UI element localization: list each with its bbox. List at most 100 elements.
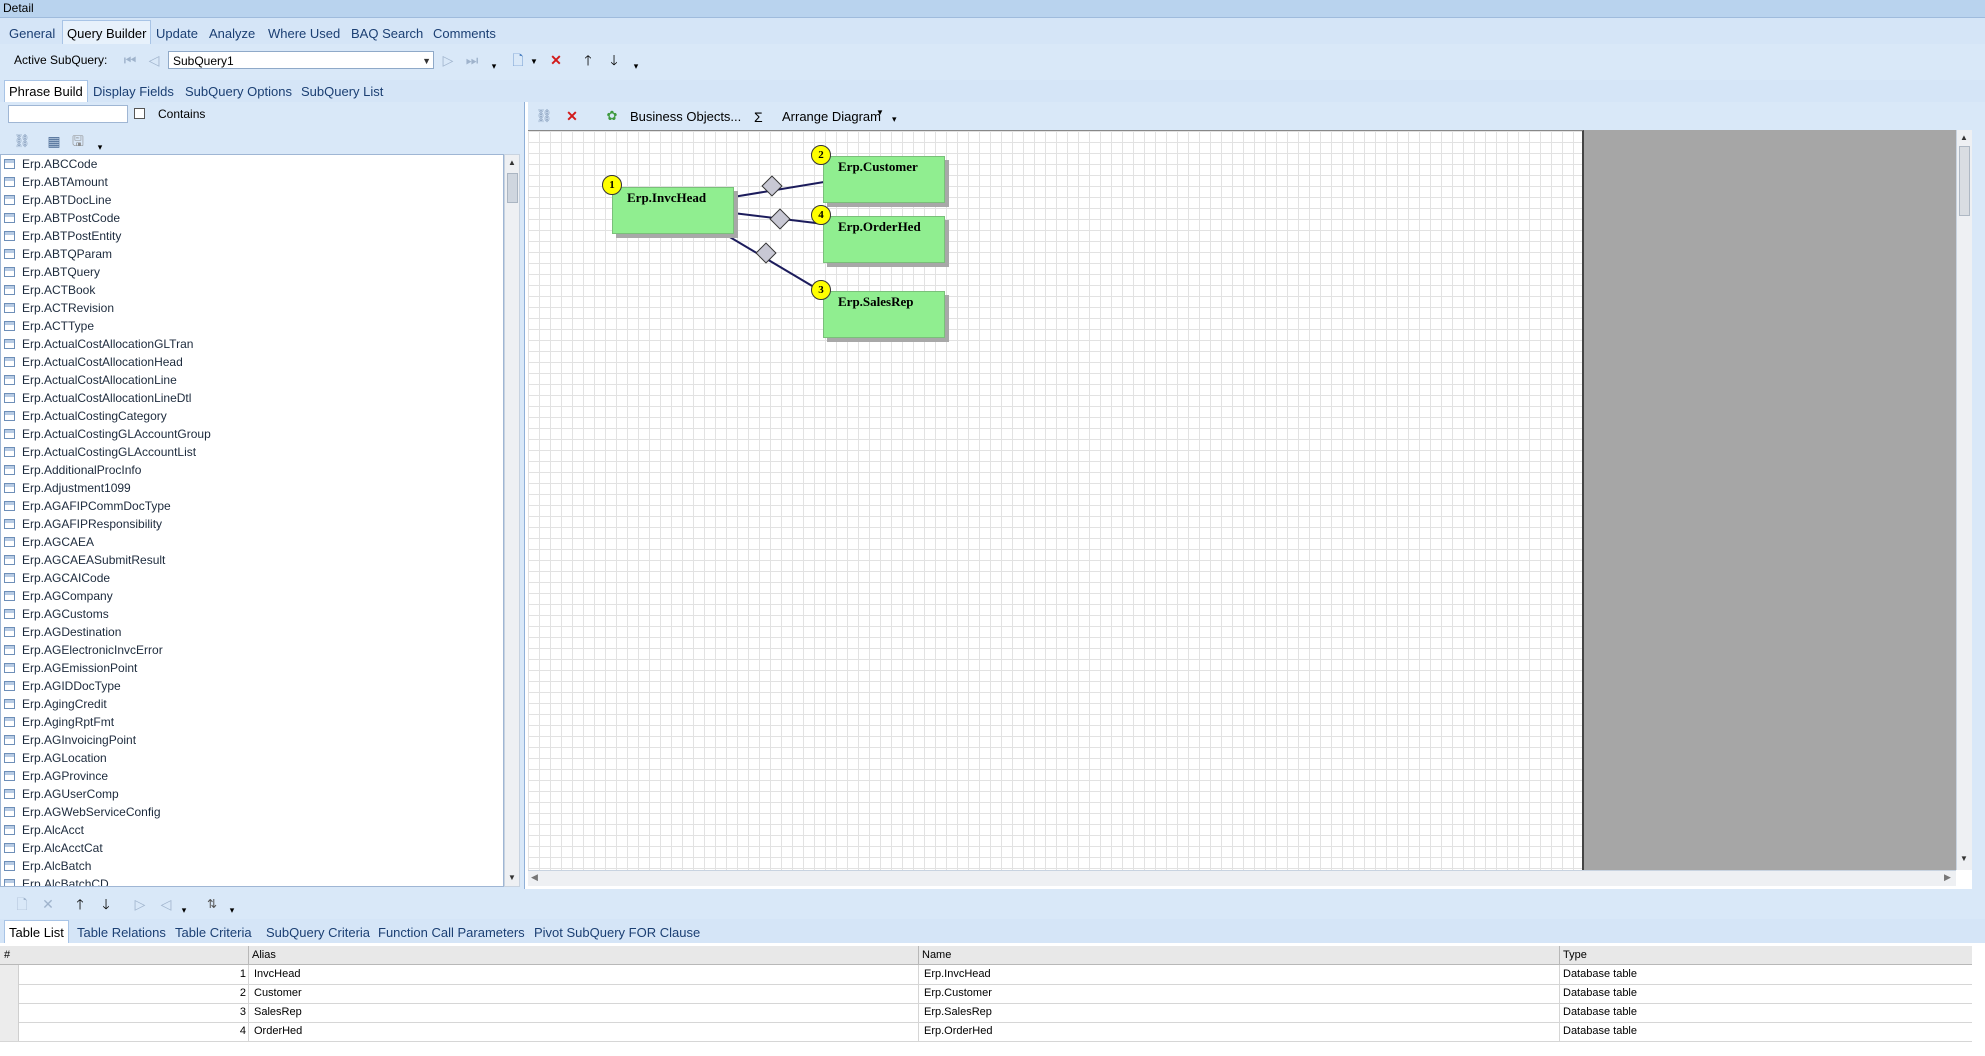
row-selector[interactable] [0, 984, 19, 1003]
scroll-up-icon[interactable]: ▲ [1957, 131, 1971, 145]
table-list-item-label: Erp.ABCCode [22, 157, 98, 171]
cell-name[interactable]: Erp.OrderHed [924, 1025, 992, 1037]
cell-alias[interactable]: OrderHed [254, 1025, 302, 1037]
delete-icon[interactable]: ✕ [546, 50, 566, 70]
new-row-icon[interactable]: 🗋 [12, 894, 32, 914]
link-icon[interactable]: ⛓ [12, 131, 32, 151]
cell-type[interactable]: Database table [1563, 968, 1637, 980]
scroll-thumb[interactable] [507, 173, 518, 203]
cell-type[interactable]: Database table [1563, 1025, 1637, 1037]
sum-button[interactable]: Σ [754, 109, 763, 125]
previous-record-icon[interactable]: ◁ [144, 50, 164, 70]
tab-general[interactable]: General [9, 26, 55, 41]
scroll-down-icon[interactable]: ▼ [1957, 852, 1971, 866]
row-selector[interactable] [0, 1003, 19, 1022]
last-record-icon[interactable]: ⏭ [462, 50, 482, 70]
active-subquery-select[interactable]: SubQuery1 ▼ [168, 51, 434, 69]
tab-analyze[interactable]: Analyze [209, 26, 255, 41]
table-filter-input[interactable] [8, 105, 128, 123]
scroll-left-icon[interactable]: ◀ [531, 872, 538, 883]
diagram-table-customer[interactable]: Erp.Customer [823, 156, 945, 203]
table-list-item-label: Erp.AlcBatchCD [22, 877, 109, 887]
move-down-icon[interactable]: 🡓 [604, 50, 624, 70]
link-icon-2[interactable]: ⛓ [534, 106, 554, 126]
new-dropdown-icon[interactable]: ▼ [524, 52, 544, 72]
tab-query-builder[interactable]: Query Builder [62, 20, 152, 44]
tab-subquery-list[interactable]: SubQuery List [301, 84, 383, 99]
toolbar-overflow-icon[interactable]: ▾ [484, 56, 504, 76]
cell-name[interactable]: Erp.InvcHead [924, 968, 991, 980]
join-diamond-customer[interactable] [761, 175, 783, 197]
scroll-down-icon[interactable]: ▼ [505, 871, 519, 885]
column-header-name[interactable]: Name [922, 949, 951, 961]
column-header-alias[interactable]: Alias [252, 949, 276, 961]
business-objects-button[interactable]: Business Objects... [630, 109, 741, 124]
scroll-right-icon[interactable]: ▶ [1944, 872, 1951, 883]
table-list-scrollbar[interactable]: ▲ ▼ [504, 154, 520, 887]
table-row[interactable]: 3 SalesRep Erp.SalesRep Database table [0, 1003, 1972, 1023]
tab-comments[interactable]: Comments [433, 26, 496, 41]
move-up-icon[interactable]: 🡑 [578, 50, 598, 70]
tab-subquery-criteria[interactable]: SubQuery Criteria [266, 925, 370, 940]
next-record-icon[interactable]: ▷ [438, 50, 458, 70]
tab-baq-search[interactable]: BAQ Search [351, 26, 423, 41]
tab-table-criteria[interactable]: Table Criteria [175, 925, 252, 940]
diagram-horizontal-scrollbar[interactable]: ◀ ▶ [528, 870, 1956, 886]
cell-type[interactable]: Database table [1563, 987, 1637, 999]
tab-where-used[interactable]: Where Used [268, 26, 340, 41]
toolbar-overflow-icon-5[interactable]: ▾ [174, 900, 194, 920]
table-list-item-label: Erp.ActualCostingCategory [22, 409, 167, 423]
cell-alias[interactable]: Customer [254, 987, 302, 999]
tab-function-call-parameters[interactable]: Function Call Parameters [378, 925, 525, 940]
cell-alias[interactable]: SalesRep [254, 1006, 302, 1018]
table-list-item-label: Erp.AgingCredit [22, 697, 107, 711]
sort-icon[interactable]: ⇅ [202, 894, 222, 914]
join-diamond-orderhed[interactable] [769, 208, 791, 230]
tab-phrase-build[interactable]: Phrase Build [4, 80, 88, 102]
delete-row-icon[interactable]: ✕ [38, 894, 58, 914]
delete-relation-icon[interactable]: ✕ [562, 106, 582, 126]
column-header-type[interactable]: Type [1563, 949, 1587, 961]
table-icon [4, 573, 15, 583]
cell-type[interactable]: Database table [1563, 1006, 1637, 1018]
column-header-number[interactable]: # [4, 949, 10, 961]
save-icon[interactable]: 🖫 [68, 131, 88, 151]
arrange-diagram-button[interactable]: Arrange Diagram [782, 109, 881, 124]
column-divider[interactable] [918, 946, 919, 964]
diagram-vertical-scrollbar[interactable]: ▲ ▼ [1956, 130, 1973, 870]
row-selector[interactable] [0, 965, 19, 984]
tab-subquery-options[interactable]: SubQuery Options [185, 84, 292, 99]
diagram-table-salesrep[interactable]: Erp.SalesRep [823, 291, 945, 338]
previous-icon[interactable]: ◁ [156, 894, 176, 914]
first-record-icon[interactable]: ⏮ [120, 50, 140, 70]
move-down-icon-2[interactable]: 🡓 [96, 894, 116, 914]
tab-table-relations[interactable]: Table Relations [77, 925, 166, 940]
table-row[interactable]: 4 OrderHed Erp.OrderHed Database table [0, 1022, 1972, 1042]
next-icon[interactable]: ▷ [130, 894, 150, 914]
arrange-dropdown-icon[interactable]: ▼ [876, 108, 884, 117]
tab-pivot-subquery-for-clause[interactable]: Pivot SubQuery FOR Clause [534, 925, 700, 940]
query-diagram-canvas[interactable]: Erp.InvcHead 1 Erp.Customer 2 Erp.OrderH… [528, 130, 1584, 871]
tab-update[interactable]: Update [156, 26, 198, 41]
tab-table-list[interactable]: Table List [4, 920, 69, 943]
cell-name[interactable]: Erp.Customer [924, 987, 992, 999]
toolbar-overflow-icon-6[interactable]: ▾ [222, 900, 242, 920]
join-diamond-salesrep[interactable] [755, 242, 777, 264]
tab-display-fields[interactable]: Display Fields [93, 84, 174, 99]
cell-name[interactable]: Erp.SalesRep [924, 1006, 992, 1018]
scroll-thumb[interactable] [1959, 146, 1970, 216]
diagram-table-invchead[interactable]: Erp.InvcHead [612, 187, 734, 234]
scroll-up-icon[interactable]: ▲ [505, 156, 519, 170]
diagram-table-orderhed[interactable]: Erp.OrderHed [823, 216, 945, 263]
toolbar-overflow-icon-4[interactable]: ▾ [892, 114, 897, 125]
column-divider[interactable] [1559, 946, 1560, 964]
table-row[interactable]: 2 Customer Erp.Customer Database table [0, 984, 1972, 1004]
cell-alias[interactable]: InvcHead [254, 968, 300, 980]
toolbar-overflow-icon-2[interactable]: ▾ [626, 56, 646, 76]
table-row[interactable]: 1 InvcHead Erp.InvcHead Database table [0, 965, 1972, 985]
grid-view-icon[interactable]: ▦ [44, 131, 64, 151]
row-selector[interactable] [0, 1022, 19, 1041]
column-divider[interactable] [248, 946, 249, 964]
move-up-icon-2[interactable]: 🡑 [70, 894, 90, 914]
contains-checkbox[interactable] [134, 108, 145, 119]
